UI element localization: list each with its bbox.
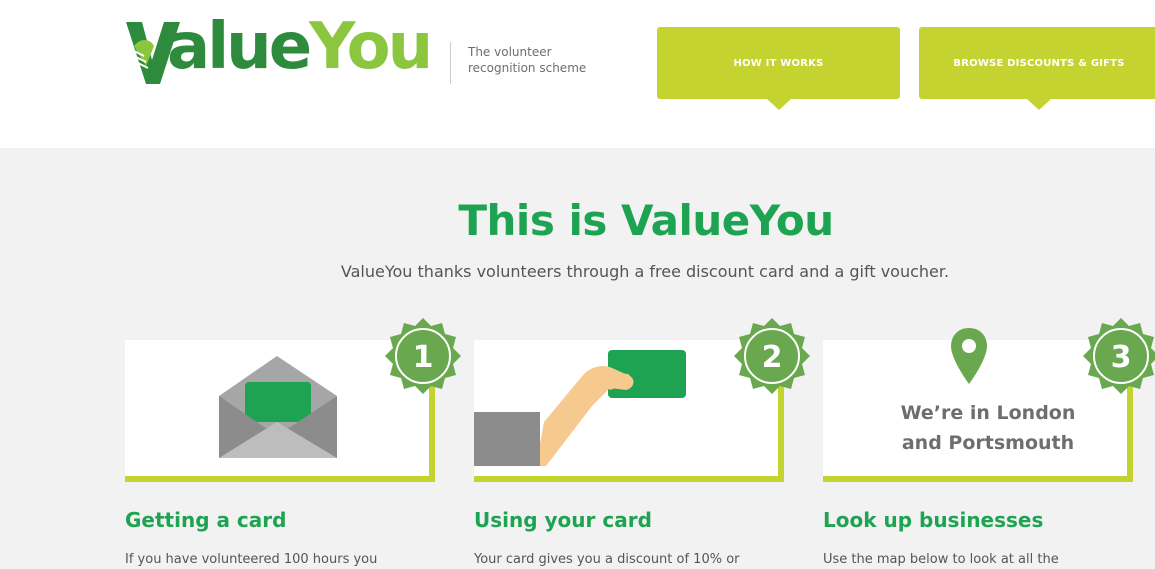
site-header: ValueYou The volunteer recognition schem… — [0, 0, 1155, 148]
svg-text:3: 3 — [1111, 340, 1132, 375]
card-underline — [474, 476, 784, 482]
step-badge-1: 1 — [383, 316, 463, 396]
hero-title: This is ValueYou — [458, 196, 834, 245]
step-text-3: Use the map below to look at all the — [823, 552, 1059, 567]
svg-text:1: 1 — [413, 340, 434, 375]
step-title-1: Getting a card — [125, 508, 287, 532]
step-card-1: 1 — [125, 318, 461, 488]
card-underline — [823, 476, 1133, 482]
step-text-1: If you have volunteered 100 hours you — [125, 552, 378, 567]
step-card-2: 2 — [474, 318, 810, 488]
hero-subtitle: ValueYou thanks volunteers through a fre… — [340, 262, 950, 281]
caret-down-icon — [1027, 99, 1051, 110]
nav-how-it-works-button[interactable]: HOW IT WORKS — [657, 27, 900, 110]
tagline: The volunteer recognition scheme — [468, 45, 587, 75]
svg-text:2: 2 — [762, 340, 783, 375]
caret-down-icon — [766, 99, 791, 110]
step-text-2: Your card gives you a discount of 10% or — [474, 552, 740, 567]
valueyou-logo[interactable]: ValueYou — [124, 10, 436, 88]
step-card-3: We’re in London and Portsmouth 3 — [823, 318, 1155, 488]
map-pin-icon — [951, 328, 987, 384]
logo-divider — [450, 42, 451, 84]
logo-wordmark: ValueYou — [167, 10, 433, 84]
step-title-2: Using your card — [474, 508, 652, 532]
step-badge-2: 2 — [732, 316, 812, 396]
location-text: We’re in London and Portsmouth — [900, 402, 1076, 454]
card-underline — [125, 476, 435, 482]
step-badge-3: 3 — [1081, 316, 1155, 396]
step-title-3: Look up businesses — [823, 508, 1044, 532]
nav-browse-discounts-button[interactable]: BROWSE DISCOUNTS & GIFTS — [919, 27, 1155, 110]
